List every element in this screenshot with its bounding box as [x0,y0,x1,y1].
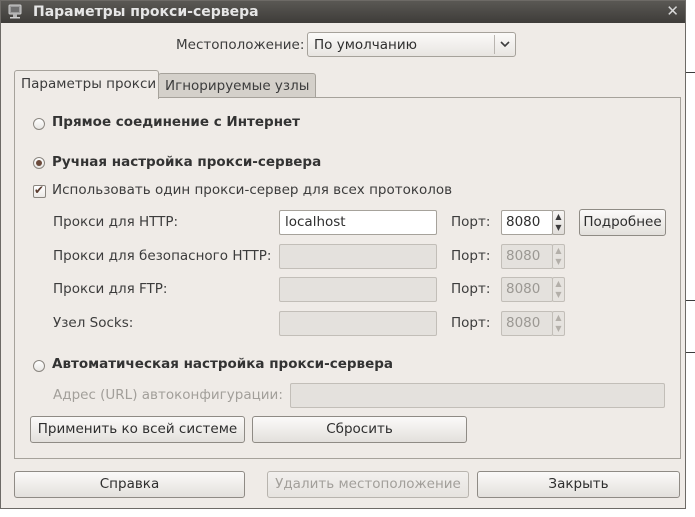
https-port-spinner[interactable]: 8080 ▲ ▼ [501,244,565,269]
apply-system-wide-button[interactable]: Применить ко всей системе [30,416,245,443]
spin-up-icon[interactable]: ▲ [553,312,564,323]
https-proxy-label: Прокси для безопасного HTTP: [53,248,272,264]
auto-proxy-radio[interactable] [33,360,45,372]
autoconfig-url-label: Адрес (URL) автоконфигурации: [53,387,283,403]
http-proxy-host-input[interactable]: localhost [279,210,437,235]
combo-separator [494,35,495,54]
http-port-input[interactable]: 8080 [501,210,553,235]
ftp-port-label: Порт: [451,281,491,297]
ftp-port-value: 8080 [506,281,541,297]
delete-location-button[interactable]: Удалить местоположение [267,471,469,498]
chevron-down-icon [500,41,510,48]
proxy-settings-panel: Прямое соединение с Интернет Ручная наст… [14,97,681,459]
spin-up-icon[interactable]: ▲ [553,211,564,222]
http-port-label: Порт: [451,214,491,230]
tab-label: Игнорируемые узлы [165,78,310,94]
spin-up-icon[interactable]: ▲ [553,278,564,289]
window-title: Параметры прокси-сервера [33,4,259,20]
spin-down-icon[interactable]: ▼ [553,289,564,300]
same-proxy-label[interactable]: Использовать один прокси-сервер для всех… [52,182,452,198]
tab-ignored-hosts[interactable]: Игнорируемые узлы [158,73,316,99]
titlebar[interactable]: Параметры прокси-сервера ✕ [1,1,685,23]
socks-host-input[interactable] [279,311,437,336]
manual-proxy-label[interactable]: Ручная настройка прокси-сервера [52,154,321,170]
socks-port-input[interactable]: 8080 [501,311,553,336]
spin-arrows[interactable]: ▲ ▼ [552,311,565,336]
https-port-input[interactable]: 8080 [501,244,553,269]
ftp-port-input[interactable]: 8080 [501,277,553,302]
spin-arrows[interactable]: ▲ ▼ [552,277,565,302]
ftp-proxy-label: Прокси для FTP: [53,281,168,297]
reset-button[interactable]: Сбросить [252,416,467,443]
auto-proxy-label[interactable]: Автоматическая настройка прокси-сервера [52,356,393,372]
details-button[interactable]: Подробнее [579,209,666,236]
spin-up-icon[interactable]: ▲ [553,245,564,256]
http-port-spinner[interactable]: 8080 ▲ ▼ [501,210,565,235]
socks-host-label: Узел Socks: [53,315,134,331]
direct-connection-radio[interactable] [33,118,45,130]
https-port-value: 8080 [506,248,541,264]
proxy-settings-window: Параметры прокси-сервера ✕ Местоположени… [0,0,686,509]
https-proxy-host-input[interactable] [279,244,437,269]
background-artifact [686,352,695,353]
tab-label: Параметры прокси [21,76,157,92]
help-button[interactable]: Справка [14,471,245,498]
manual-proxy-radio[interactable] [33,157,45,169]
spin-down-icon[interactable]: ▼ [553,256,564,267]
https-port-label: Порт: [451,248,491,264]
same-proxy-checkbox[interactable]: ✔ [33,183,46,198]
tab-proxy-settings[interactable]: Параметры прокси [14,70,159,99]
socks-port-value: 8080 [506,315,541,331]
background-artifact [686,72,695,73]
checkmark-icon: ✔ [34,183,45,197]
proxy-settings-icon [8,4,22,19]
spin-arrows[interactable]: ▲ ▼ [552,210,565,235]
spin-down-icon[interactable]: ▼ [553,323,564,334]
radio-selected-dot [36,160,42,166]
spin-down-icon[interactable]: ▼ [553,222,564,233]
socks-port-spinner[interactable]: 8080 ▲ ▼ [501,311,565,336]
location-value: По умолчанию [314,37,417,53]
autoconfig-url-input[interactable] [290,383,665,408]
http-proxy-host-value: localhost [285,214,346,230]
ftp-port-spinner[interactable]: 8080 ▲ ▼ [501,277,565,302]
close-icon[interactable]: ✕ [666,2,679,20]
ftp-proxy-host-input[interactable] [279,277,437,302]
socks-port-label: Порт: [451,315,491,331]
location-label: Местоположение: [176,37,305,53]
close-button[interactable]: Закрыть [477,471,680,498]
http-proxy-label: Прокси для HTTP: [53,214,179,230]
background-artifact [686,300,695,301]
location-combo[interactable]: По умолчанию [307,32,516,57]
spin-arrows[interactable]: ▲ ▼ [552,244,565,269]
direct-connection-label[interactable]: Прямое соединение с Интернет [52,114,300,130]
http-port-value: 8080 [506,214,541,230]
